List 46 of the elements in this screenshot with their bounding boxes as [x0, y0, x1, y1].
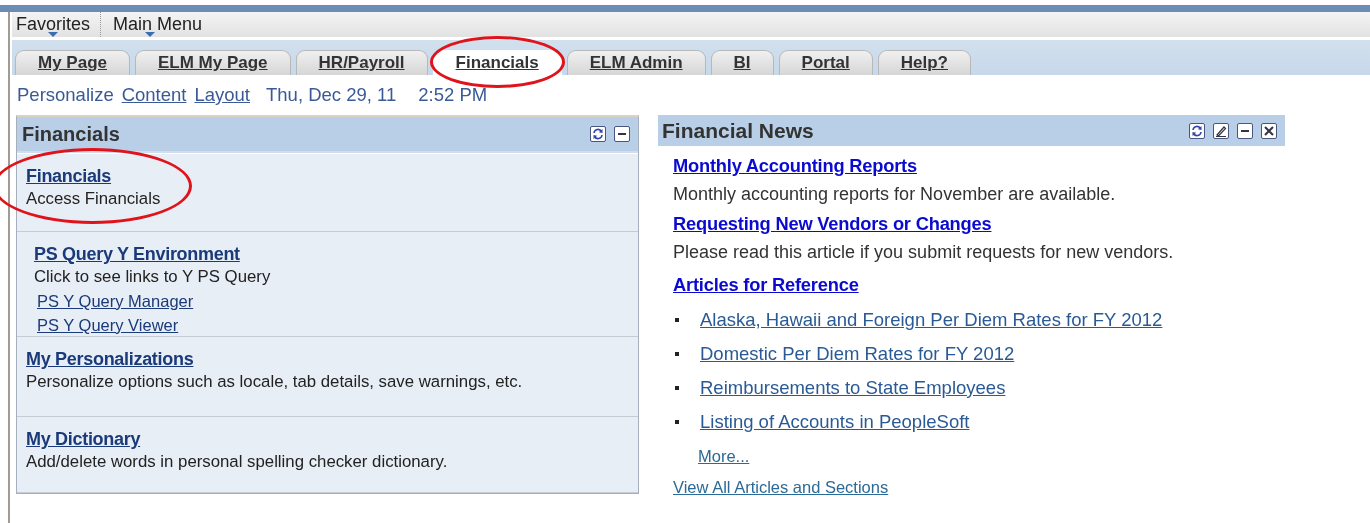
- tab[interactable]: Financials: [432, 50, 562, 75]
- time-text: 2:52 PM: [418, 84, 488, 106]
- minimize-icon[interactable]: [614, 126, 630, 142]
- bullet-icon: [675, 420, 679, 424]
- toolbar-link[interactable]: Layout: [194, 84, 250, 106]
- bullet-icon: [675, 318, 679, 322]
- bullet-icon: [675, 352, 679, 356]
- section-description: Access Financials: [26, 189, 161, 209]
- toolbar-link[interactable]: Personalize: [17, 84, 114, 106]
- reference-link[interactable]: Reimbursements to State Employees: [700, 377, 1006, 399]
- tab[interactable]: Portal: [778, 50, 873, 75]
- tab[interactable]: BI: [710, 50, 774, 75]
- section-link[interactable]: PS Query Y Environment: [34, 244, 240, 265]
- reference-link[interactable]: Domestic Per Diem Rates for FY 2012: [700, 343, 1015, 365]
- toolbar-link[interactable]: Content: [121, 84, 187, 106]
- refresh-icon[interactable]: [590, 126, 606, 142]
- refresh-icon[interactable]: [1189, 122, 1205, 139]
- section-link[interactable]: Financials: [26, 166, 112, 187]
- sub-link[interactable]: PS Y Query Viewer: [37, 316, 179, 335]
- section-link[interactable]: My Dictionary: [26, 429, 141, 450]
- edit-icon[interactable]: [1213, 122, 1229, 139]
- sub-link[interactable]: PS Y Query Manager: [37, 292, 194, 311]
- tab[interactable]: ELM My Page: [135, 50, 291, 75]
- section-description: Add/delete words in personal spelling checker dictionary.: [26, 452, 448, 472]
- tab[interactable]: My Page: [15, 50, 130, 75]
- minimize-icon[interactable]: [1237, 122, 1253, 139]
- section-description: Personalize options such as locale, tab details, save warnings, etc.: [26, 372, 523, 392]
- article-summary: Please read this article if you submit requests for new vendors.: [673, 241, 1175, 264]
- reference-link[interactable]: Alaska, Hawaii and Foreign Per Diem Rates for FY 2012: [700, 309, 1163, 331]
- reference-link[interactable]: Listing of Accounts in PeopleSoft: [700, 411, 970, 433]
- article-link[interactable]: Monthly Accounting Reports: [673, 151, 917, 180]
- panel-title: Financial News: [662, 118, 814, 143]
- article-summary: Monthly accounting reports for November are available.: [673, 183, 1117, 206]
- close-icon[interactable]: [1261, 122, 1277, 139]
- article-link[interactable]: Requesting New Vendors or Changes: [673, 209, 992, 238]
- more-link[interactable]: More...: [698, 447, 750, 466]
- article-link[interactable]: Articles for Reference: [673, 270, 859, 299]
- panel-title: Financials: [22, 122, 120, 146]
- section-link[interactable]: My Personalizations: [26, 349, 194, 370]
- view-all-link[interactable]: View All Articles and Sections: [673, 478, 889, 497]
- date-text: Thu, Dec 29, 11: [266, 84, 397, 106]
- tab[interactable]: HR/Payroll: [295, 50, 428, 75]
- tab[interactable]: Help?: [877, 50, 971, 75]
- section-description: Click to see links to Y PS Query: [34, 267, 271, 287]
- tab[interactable]: ELM Admin: [566, 50, 706, 75]
- bullet-icon: [675, 386, 679, 390]
